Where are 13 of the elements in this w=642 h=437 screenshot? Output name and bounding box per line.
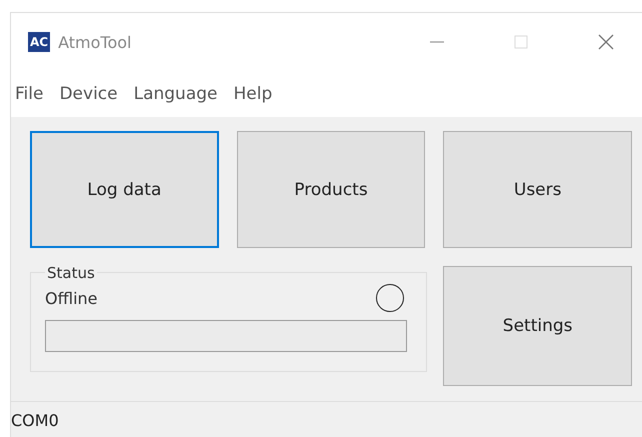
action-button[interactable]: Users xyxy=(443,131,632,248)
window-title: AtmoTool xyxy=(58,32,132,52)
menu-item[interactable]: Language xyxy=(134,84,218,104)
status-value: Offline xyxy=(45,288,98,308)
action-button[interactable]: Products xyxy=(236,131,426,248)
port-label: COM0 xyxy=(11,410,59,430)
settings-button[interactable]: Settings xyxy=(443,266,632,386)
menu-item[interactable]: Device xyxy=(59,84,118,104)
menu-item[interactable]: Help xyxy=(234,84,272,104)
action-button[interactable]: Log data xyxy=(30,131,219,248)
close-icon[interactable] xyxy=(598,34,614,50)
app-logo: AC xyxy=(28,32,50,52)
menu-item[interactable]: File xyxy=(15,84,44,104)
